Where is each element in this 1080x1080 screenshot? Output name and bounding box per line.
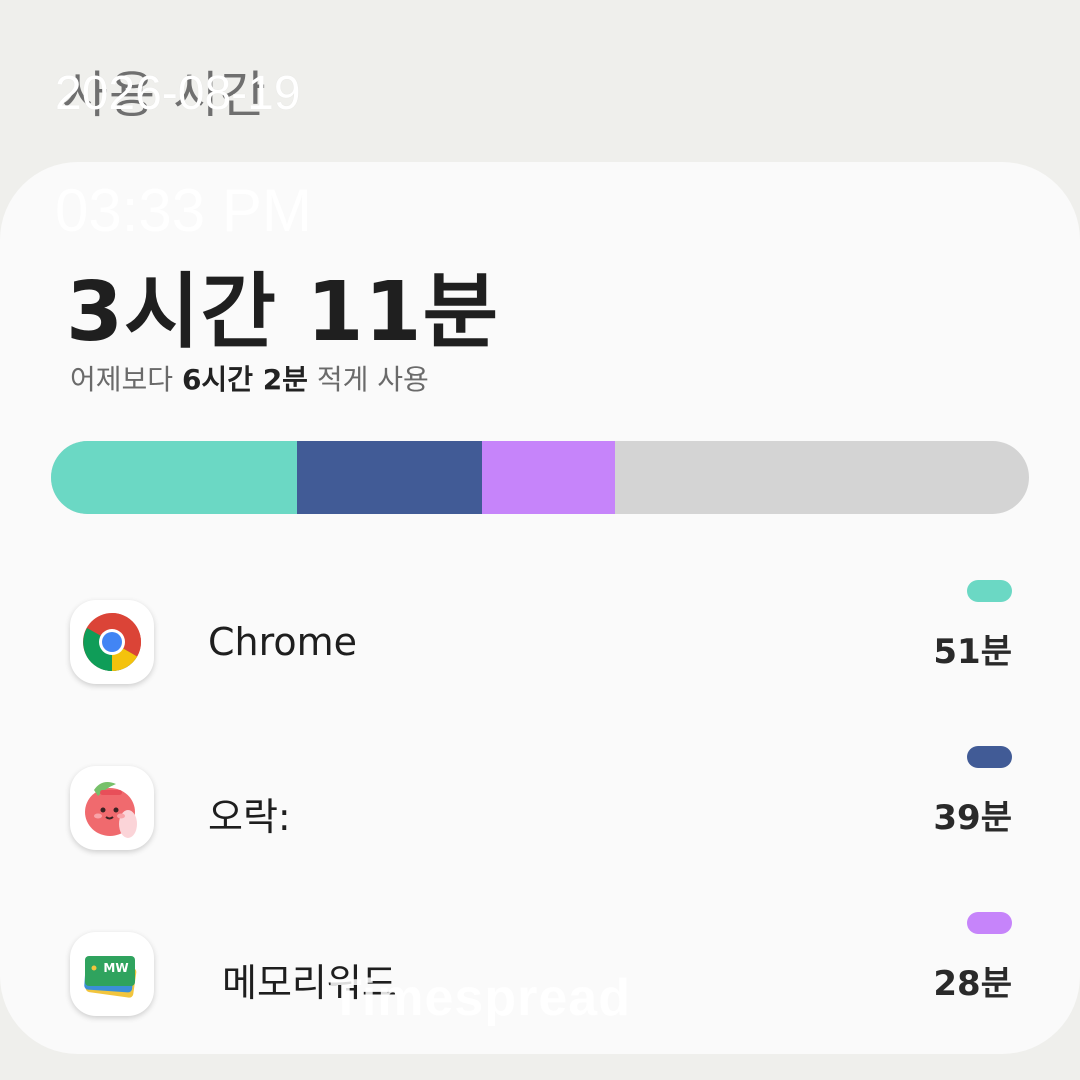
memoryword-icon: MW — [70, 932, 154, 1016]
usage-time-screen: 사용 시간 2026-08-19 03:33 PM 3시간 11분 어제보다 6… — [0, 0, 1080, 1080]
app-name: Chrome — [208, 620, 358, 664]
app-usage-time: 39분 — [933, 798, 1012, 838]
usage-comparison: 어제보다 6시간 2분 적게 사용 — [70, 358, 429, 398]
app-name: 오락: — [208, 795, 291, 839]
timestamp-time: 03:33 PM — [55, 177, 312, 244]
app-row-entertainment[interactable]: 오락: 39분 — [0, 746, 1080, 866]
watermark: Timespread — [330, 969, 631, 1027]
chrome-icon — [70, 600, 154, 684]
comparison-suffix: 적게 사용 — [316, 363, 429, 396]
memoryword-icon-text: MW — [103, 961, 128, 975]
app-usage-time: 51분 — [933, 632, 1012, 672]
app-usage-time: 28분 — [933, 964, 1012, 1004]
app-color-indicator — [967, 912, 1012, 934]
app-color-indicator — [967, 580, 1012, 602]
peach-mascot-icon — [70, 766, 154, 850]
usage-bar-segment — [51, 441, 298, 514]
comparison-prefix: 어제보다 — [70, 363, 174, 396]
comparison-value: 6시간 2분 — [181, 363, 308, 396]
app-color-indicator — [967, 746, 1012, 768]
app-row-chrome[interactable]: Chrome 51분 — [0, 580, 1080, 700]
usage-bar-segment — [297, 441, 483, 514]
total-usage: 3시간 11분 — [66, 265, 500, 360]
timestamp-date: 2026-08-19 — [55, 67, 301, 120]
usage-bar-segment — [482, 441, 616, 514]
usage-bar[interactable] — [51, 441, 1029, 514]
